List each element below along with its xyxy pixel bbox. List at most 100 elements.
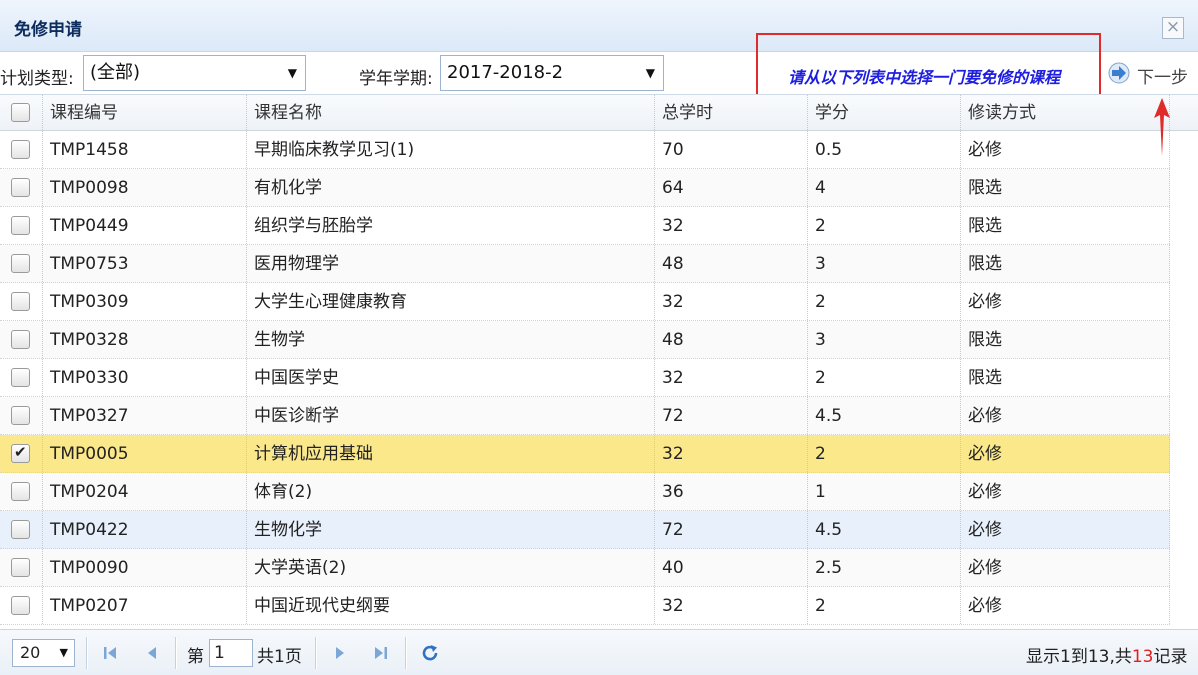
total-hours-cell: 72	[662, 406, 684, 426]
close-icon[interactable]: ×	[1162, 17, 1184, 39]
row-checkbox[interactable]	[11, 216, 30, 235]
plan-type-value: (全部)	[90, 62, 141, 83]
chevron-down-icon: ▼	[645, 66, 655, 80]
row-checkbox[interactable]	[11, 292, 30, 311]
term-select[interactable]: 2017-2018-2 ▼	[440, 55, 664, 91]
column-header-hours[interactable]: 总学时	[655, 95, 806, 130]
course-name-cell: 中国医学史	[254, 368, 339, 388]
current-page-input[interactable]: 1	[209, 639, 253, 667]
table-row[interactable]: TMP0330 中国医学史 32 2 限选	[0, 359, 1170, 397]
total-hours-cell: 32	[662, 444, 684, 464]
credits-cell: 2	[815, 368, 826, 388]
table-row[interactable]: TMP0005 计算机应用基础 32 2 必修	[0, 435, 1170, 473]
course-code-cell: TMP0204	[50, 482, 129, 502]
refresh-icon[interactable]	[419, 642, 441, 664]
page-size-select[interactable]: 20 ▼	[12, 639, 75, 667]
first-page-icon[interactable]	[99, 642, 121, 664]
study-mode-cell: 必修	[968, 444, 1002, 464]
chevron-down-icon: ▼	[287, 66, 297, 80]
study-mode-cell: 限选	[968, 254, 1002, 274]
row-checkbox[interactable]	[11, 330, 30, 349]
selection-hint: 请从以下列表中选择一门要免修的课程	[788, 68, 1061, 87]
table-row[interactable]: TMP1458 早期临床教学见习(1) 70 0.5 必修	[0, 131, 1170, 169]
credits-cell: 2	[815, 292, 826, 312]
credits-cell: 2	[815, 444, 826, 464]
row-checkbox[interactable]	[11, 406, 30, 425]
grid-header: 课程编号 课程名称 总学时 学分 修读方式	[0, 95, 1198, 131]
row-checkbox[interactable]	[11, 178, 30, 197]
row-checkbox[interactable]	[11, 558, 30, 577]
credits-cell: 4	[815, 178, 826, 198]
table-row[interactable]: TMP0090 大学英语(2) 40 2.5 必修	[0, 549, 1170, 587]
record-info-prefix: 显示1到13,共	[1026, 647, 1132, 667]
course-code-cell: TMP0327	[50, 406, 129, 426]
table-row[interactable]: TMP0753 医用物理学 48 3 限选	[0, 245, 1170, 283]
course-grid: 课程编号 课程名称 总学时 学分 修读方式 TMP1458 早期临床教学见习(1)…	[0, 94, 1198, 629]
total-hours-cell: 32	[662, 368, 684, 388]
last-page-icon[interactable]	[370, 642, 392, 664]
total-hours-cell: 70	[662, 140, 684, 160]
row-checkbox[interactable]	[11, 596, 30, 615]
row-checkbox[interactable]	[11, 140, 30, 159]
term-value: 2017-2018-2	[447, 62, 564, 83]
course-name-cell: 计算机应用基础	[254, 444, 373, 464]
total-hours-cell: 72	[662, 520, 684, 540]
course-code-cell: TMP0449	[50, 216, 129, 236]
course-name-cell: 早期临床教学见习(1)	[254, 140, 415, 160]
table-row[interactable]: TMP0328 生物学 48 3 限选	[0, 321, 1170, 359]
row-checkbox[interactable]	[11, 443, 30, 463]
credits-cell: 0.5	[815, 140, 843, 160]
row-checkbox[interactable]	[11, 368, 30, 387]
table-row[interactable]: TMP0327 中医诊断学 72 4.5 必修	[0, 397, 1170, 435]
course-name-cell: 中医诊断学	[254, 406, 339, 426]
page-prefix: 第	[187, 647, 204, 667]
column-header-credits[interactable]: 学分	[808, 95, 959, 130]
study-mode-cell: 限选	[968, 368, 1002, 388]
credits-cell: 2.5	[815, 558, 843, 578]
course-name-cell: 大学生心理健康教育	[254, 292, 407, 312]
study-mode-cell: 限选	[968, 178, 1002, 198]
column-header-mode[interactable]: 修读方式	[961, 95, 1169, 130]
page-size-value: 20	[20, 643, 41, 662]
next-step-button[interactable]: 下一步	[1107, 60, 1195, 88]
course-code-cell: TMP0098	[50, 178, 129, 198]
next-page-icon[interactable]	[329, 642, 351, 664]
study-mode-cell: 必修	[968, 558, 1002, 578]
table-row[interactable]: TMP0098 有机化学 64 4 限选	[0, 169, 1170, 207]
table-row[interactable]: TMP0204 体育(2) 36 1 必修	[0, 473, 1170, 511]
total-hours-cell: 32	[662, 596, 684, 616]
row-checkbox[interactable]	[11, 482, 30, 501]
row-checkbox[interactable]	[11, 254, 30, 273]
study-mode-cell: 限选	[968, 330, 1002, 350]
select-all-checkbox[interactable]	[11, 103, 30, 122]
plan-type-select[interactable]: (全部) ▼	[83, 55, 306, 91]
course-code-cell: TMP1458	[50, 140, 129, 160]
course-name-cell: 有机化学	[254, 178, 322, 198]
column-header-code[interactable]: 课程编号	[43, 95, 245, 130]
course-code-cell: TMP0005	[50, 444, 129, 464]
pagination-bar: 20 ▼ 第 1 共1页 显示1到13,共13记录	[0, 629, 1198, 675]
study-mode-cell: 必修	[968, 520, 1002, 540]
exemption-dialog: 免修申请 × 计划类型: (全部) ▼ 学年学期: 2017-2018-2 ▼ …	[0, 0, 1198, 675]
course-code-cell: TMP0207	[50, 596, 129, 616]
table-row[interactable]: TMP0207 中国近现代史纲要 32 2 必修	[0, 587, 1170, 625]
total-hours-cell: 64	[662, 178, 684, 198]
course-code-cell: TMP0422	[50, 520, 129, 540]
table-row[interactable]: TMP0422 生物化学 72 4.5 必修	[0, 511, 1170, 549]
credits-cell: 2	[815, 216, 826, 236]
table-row[interactable]: TMP0309 大学生心理健康教育 32 2 必修	[0, 283, 1170, 321]
plan-type-label: 计划类型:	[0, 69, 74, 89]
column-header-name[interactable]: 课程名称	[247, 95, 653, 130]
credits-cell: 4.5	[815, 406, 843, 426]
page-total: 共1页	[257, 647, 302, 667]
course-code-cell: TMP0330	[50, 368, 129, 388]
row-checkbox[interactable]	[11, 520, 30, 539]
course-name-cell: 中国近现代史纲要	[254, 596, 390, 616]
study-mode-cell: 必修	[968, 596, 1002, 616]
credits-cell: 4.5	[815, 520, 843, 540]
table-row[interactable]: TMP0449 组织学与胚胎学 32 2 限选	[0, 207, 1170, 245]
prev-page-icon[interactable]	[141, 642, 163, 664]
course-name-cell: 组织学与胚胎学	[254, 216, 373, 236]
total-hours-cell: 48	[662, 254, 684, 274]
record-info-suffix: 记录	[1153, 647, 1188, 667]
